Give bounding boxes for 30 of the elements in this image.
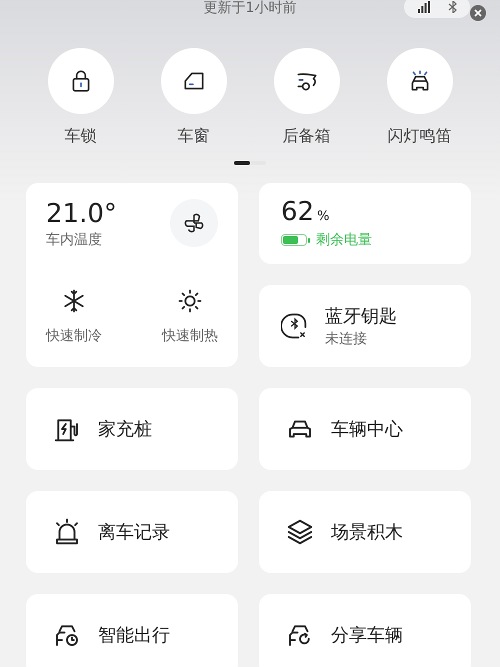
climate-mode-button[interactable]: 快速制热	[162, 287, 218, 345]
quick-action-label: 后备箱	[282, 126, 330, 147]
bluetooth-key-title: 蓝牙钥匙	[325, 305, 397, 328]
close-button[interactable]	[470, 5, 486, 21]
temperature-label: 车内温度	[46, 231, 103, 249]
feature-tile[interactable]: 场景积木	[259, 491, 471, 573]
bluetooth-key-card[interactable]: 蓝牙钥匙 未连接	[259, 285, 471, 367]
feature-tile[interactable]: 分享车辆	[259, 594, 471, 667]
quick-action-label: 闪灯鸣笛	[388, 126, 452, 147]
temperature-value: 21.0°	[46, 199, 117, 229]
bluetooth-icon	[448, 1, 458, 13]
percent-unit: %	[317, 209, 330, 224]
sun-icon	[176, 287, 204, 315]
climate-mode-button[interactable]: 快速制冷	[46, 287, 102, 345]
battery-label: 剩余电量	[316, 231, 372, 249]
battery-icon	[281, 234, 310, 246]
quick-action-label: 车窗	[178, 126, 210, 147]
signal-icon	[418, 1, 430, 13]
close-icon	[474, 9, 482, 17]
bluetooth-disconnected-icon	[281, 311, 309, 341]
update-status: 更新于1小时前	[204, 0, 296, 16]
feature-tile[interactable]: 离车记录	[26, 491, 238, 573]
feature-tile[interactable]: 车辆中心	[259, 388, 471, 470]
layers-icon	[285, 517, 315, 547]
quick-action-label: 车锁	[64, 126, 96, 147]
battery-percent: 62	[281, 197, 314, 227]
feature-tile[interactable]: 家充桩	[26, 388, 238, 470]
fan-button[interactable]	[170, 199, 218, 247]
feature-tile[interactable]: 智能出行	[26, 594, 238, 667]
bluetooth-key-status: 未连接	[325, 330, 368, 348]
